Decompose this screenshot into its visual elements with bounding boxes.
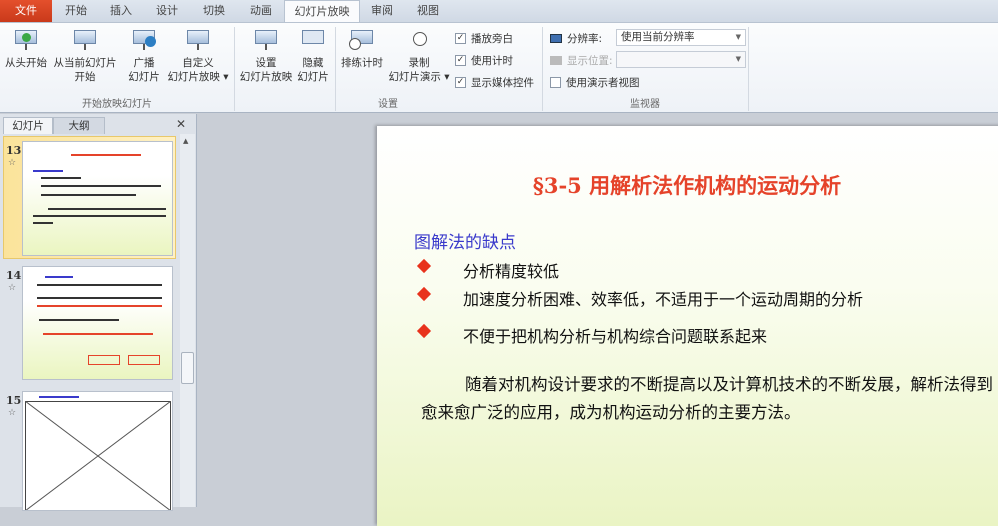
diamond-bullet-icon	[416, 286, 432, 302]
animation-star-icon: ☆	[8, 283, 17, 293]
close-panel-button[interactable]: ✕	[176, 117, 186, 131]
diamond-bullet-icon	[416, 258, 432, 274]
ribbon-tab-bar: 文件 开始 插入 设计 切换 动画 幻灯片放映 审阅 视图	[0, 0, 998, 24]
label: 播放旁白	[471, 33, 513, 45]
show-on-select[interactable]: ▼	[616, 51, 746, 68]
slide-thumbnail-15[interactable]	[22, 391, 173, 511]
resolution-select[interactable]: 使用当前分辨率 ▼	[616, 29, 746, 46]
label: 隐藏 幻灯片	[297, 57, 329, 83]
label: 自定义 幻灯片放映 ▾	[167, 57, 229, 83]
slide-paragraph: 随着对机构设计要求的不断提高以及计算机技术的不断发展，解析法得到愈来愈广泛的应用…	[421, 375, 993, 422]
dropdown-arrow-icon: ▼	[735, 33, 741, 41]
hide-slide-icon	[300, 28, 326, 52]
tab-slides[interactable]: 幻灯片	[3, 117, 53, 134]
slide-thumbnail-13[interactable]	[22, 141, 173, 256]
slide-number: 15	[6, 394, 22, 407]
projector-play-icon	[13, 28, 39, 52]
monitor-icon	[550, 34, 562, 43]
slide-thumbnail-14[interactable]	[22, 266, 173, 380]
label: 排练计时	[341, 57, 383, 69]
projector-globe-icon	[131, 28, 157, 52]
monitors-icon	[550, 56, 562, 65]
missing-image-placeholder-icon	[25, 401, 171, 510]
slide-canvas[interactable]: §3-5 用解析法作机构的运动分析 图解法的缺点 分析精度较低 加速度分析困难、…	[377, 126, 998, 526]
label: 使用演示者视图	[566, 77, 640, 89]
rehearse-timings-button[interactable]: 排练计时	[338, 28, 386, 70]
presenter-view-checkbox[interactable]: 使用演示者视图	[550, 75, 640, 90]
projector-icon	[72, 28, 98, 52]
tab-outline[interactable]: 大纲	[53, 117, 105, 134]
record-slideshow-button[interactable]: 录制 幻灯片演示 ▾	[386, 28, 452, 84]
setup-slideshow-button[interactable]: 设置 幻灯片放映	[238, 28, 294, 84]
custom-slideshow-button[interactable]: 自定义 幻灯片放映 ▾	[164, 28, 232, 84]
tab-transitions[interactable]: 切换	[192, 0, 236, 23]
scroll-up-icon[interactable]: ▲	[183, 137, 188, 145]
group-label-start: 开始放映幻灯片	[82, 99, 152, 110]
label: 从头开始	[5, 57, 47, 69]
label: 录制 幻灯片演示 ▾	[388, 57, 450, 83]
stopwatch-icon	[406, 28, 432, 52]
slide-title: §3-5 用解析法作机构的运动分析	[532, 173, 842, 198]
tab-design[interactable]: 设计	[145, 0, 189, 23]
tab-review[interactable]: 审阅	[362, 0, 402, 23]
tab-animations[interactable]: 动画	[238, 0, 284, 23]
slides-panel: 幻灯片 大纲 ✕ 13 ☆ 14 ☆ 15 ☆ ▲	[0, 114, 197, 511]
setup-icon	[253, 28, 279, 52]
show-on-label: 显示位置:	[550, 53, 613, 68]
label: 显示位置:	[567, 55, 613, 67]
use-timings-checkbox[interactable]: ✓ 使用计时	[455, 53, 513, 68]
label: 设置 幻灯片放映	[239, 57, 293, 83]
label: 广播 幻灯片	[128, 57, 160, 83]
tab-slideshow[interactable]: 幻灯片放映	[284, 0, 360, 24]
tab-insert[interactable]: 插入	[100, 0, 142, 23]
resolution-label: 分辨率:	[550, 31, 602, 46]
animation-star-icon: ☆	[8, 408, 17, 418]
label: 显示媒体控件	[471, 77, 534, 89]
label: 使用计时	[471, 55, 513, 67]
stopwatch-slide-icon	[349, 28, 375, 52]
animation-star-icon: ☆	[8, 158, 17, 168]
label: 分辨率:	[567, 33, 603, 45]
panel-scrollbar[interactable]: ▲	[180, 134, 195, 507]
broadcast-button[interactable]: 广播 幻灯片	[124, 28, 164, 84]
play-narrations-checkbox[interactable]: ✓ 播放旁白	[455, 31, 513, 46]
group-label-monitors: 监视器	[630, 99, 660, 110]
from-current-slide-button[interactable]: 从当前幻灯片 开始	[52, 28, 118, 84]
slide-number: 13	[6, 144, 22, 157]
label: 从当前幻灯片 开始	[53, 57, 117, 83]
dropdown-arrow-icon: ▼	[735, 55, 741, 63]
scrollbar-thumb[interactable]	[181, 352, 194, 384]
ribbon: 从头开始 从当前幻灯片 开始 广播 幻灯片 自定义 幻灯片放映 ▾ 开始放映幻灯…	[0, 22, 998, 113]
slide-number: 14	[6, 269, 22, 282]
custom-show-icon	[185, 28, 211, 52]
hide-slide-button[interactable]: 隐藏 幻灯片	[294, 28, 332, 84]
diamond-bullet-icon	[416, 323, 432, 339]
slide-subtitle: 图解法的缺点	[414, 233, 516, 253]
tab-file[interactable]: 文件	[0, 0, 52, 23]
tab-home[interactable]: 开始	[55, 0, 97, 23]
value: 使用当前分辨率	[621, 31, 695, 43]
tab-view[interactable]: 视图	[406, 0, 450, 23]
from-beginning-button[interactable]: 从头开始	[3, 28, 49, 70]
group-label-setup: 设置	[378, 99, 398, 110]
show-media-controls-checkbox[interactable]: ✓ 显示媒体控件	[455, 75, 534, 90]
